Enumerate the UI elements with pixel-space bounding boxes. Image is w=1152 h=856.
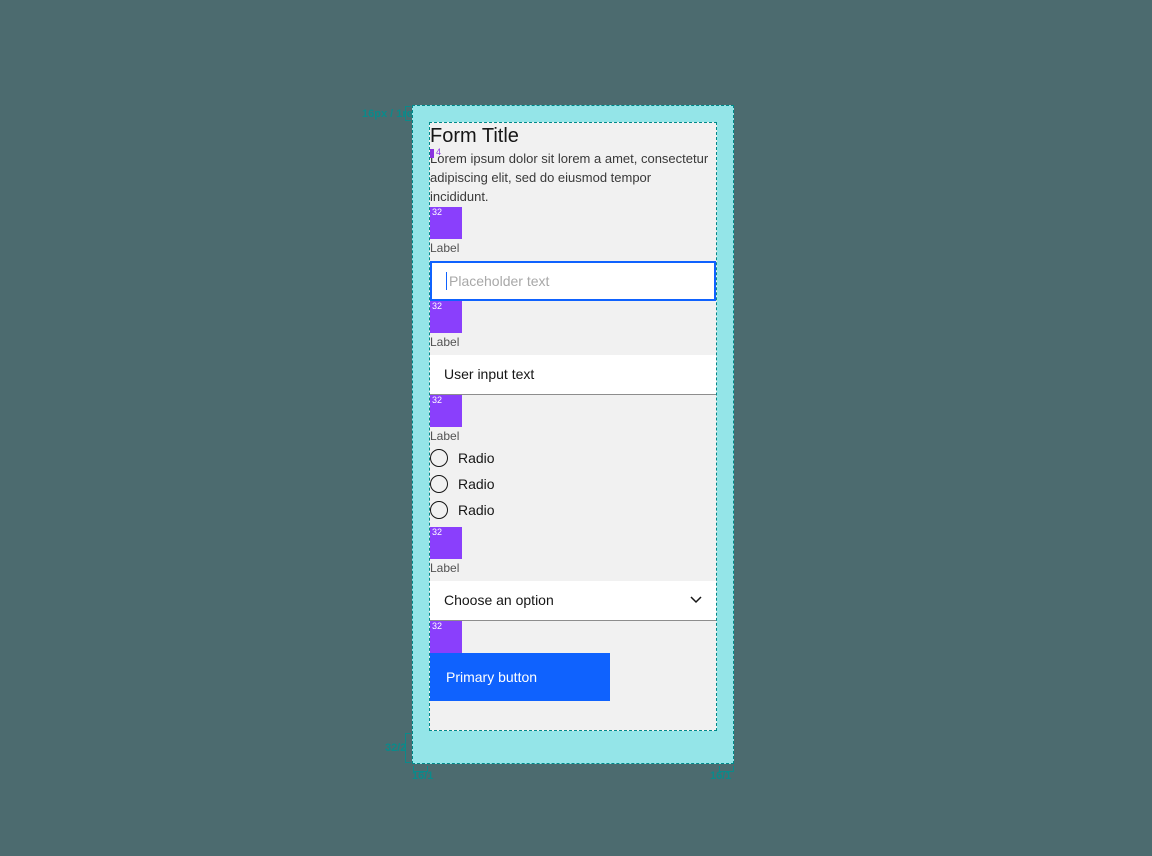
title-gap-marker: 4 <box>436 147 441 157</box>
radio-icon <box>430 475 448 493</box>
form-description: Lorem ipsum dolor sit lorem a amet, cons… <box>430 150 716 207</box>
text-input[interactable]: Placeholder text <box>430 261 716 301</box>
bracket-bottom-right <box>719 766 734 772</box>
radio-label: Radio <box>458 476 495 492</box>
radio-option[interactable]: Radio <box>430 501 716 519</box>
button-label: Primary button <box>446 669 537 685</box>
input-value: User input text <box>444 366 534 382</box>
radio-option[interactable]: Radio <box>430 449 716 467</box>
spacing-token-value: 32 <box>432 621 442 631</box>
annotation-bottom-margin: 32/2 <box>385 742 406 754</box>
spacing-token: 32 <box>430 621 462 653</box>
dropdown[interactable]: Choose an option <box>430 581 716 621</box>
input-placeholder: Placeholder text <box>449 273 549 289</box>
radio-group: Radio Radio Radio <box>430 449 716 527</box>
spacing-token-value: 32 <box>432 301 442 311</box>
dropdown-value: Choose an option <box>444 592 554 608</box>
spacing-token-value: 32 <box>432 207 442 217</box>
form-header: Form Title 4 Lorem ipsum dolor sit lorem… <box>430 123 716 207</box>
field-label: Label <box>430 429 716 443</box>
radio-label: Radio <box>458 502 495 518</box>
spacing-token: 32 <box>430 527 462 559</box>
field-label: Label <box>430 241 716 255</box>
bracket-bottom-left <box>413 766 428 772</box>
form-title: Form Title <box>430 125 716 148</box>
primary-button[interactable]: Primary button <box>430 653 610 701</box>
chevron-down-icon <box>690 596 702 604</box>
radio-icon <box>430 501 448 519</box>
text-caret <box>446 272 447 290</box>
title-gap-marker-chip <box>430 149 434 158</box>
field-label: Label <box>430 561 716 575</box>
bracket-top <box>405 106 411 121</box>
spacing-token: 32 <box>430 395 462 427</box>
radio-option[interactable]: Radio <box>430 475 716 493</box>
text-input[interactable]: User input text <box>430 355 716 395</box>
radio-icon <box>430 449 448 467</box>
mobile-frame: Form Title 4 Lorem ipsum dolor sit lorem… <box>412 105 734 764</box>
spacing-token: 32 <box>430 207 462 239</box>
field-label: Label <box>430 335 716 349</box>
spacing-token: 32 <box>430 301 462 333</box>
bracket-bottom <box>405 733 411 763</box>
spacing-token-value: 32 <box>432 395 442 405</box>
radio-label: Radio <box>458 450 495 466</box>
form-container: Form Title 4 Lorem ipsum dolor sit lorem… <box>429 122 717 731</box>
spacing-token-value: 32 <box>432 527 442 537</box>
